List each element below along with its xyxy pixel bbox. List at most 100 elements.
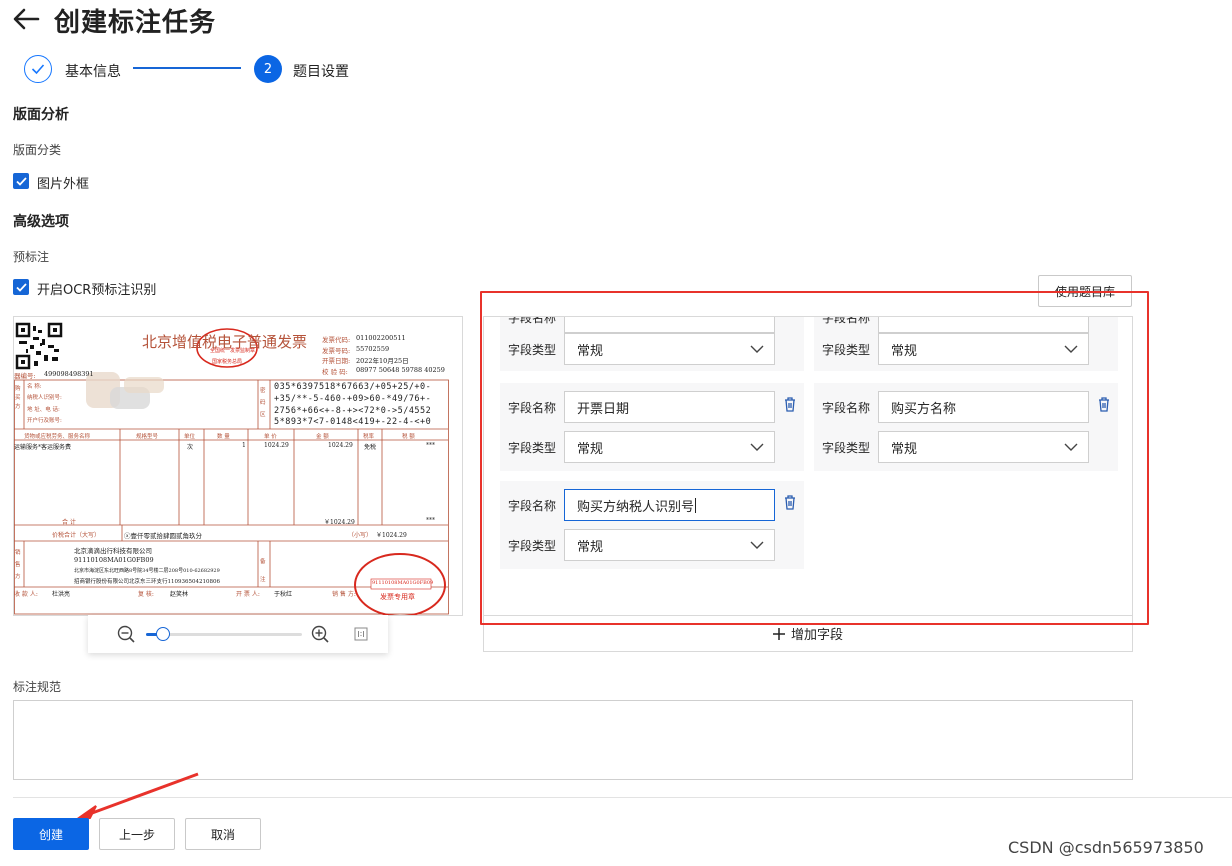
layout-analysis-title: 版面分析 bbox=[13, 107, 69, 123]
invoice-seal-id: 91110108MA01G0FB09 bbox=[372, 580, 434, 586]
field-type-label: 字段类型 bbox=[822, 440, 871, 455]
invoice-seller-label: 销 售 方: bbox=[332, 591, 356, 598]
field-name-input[interactable]: 购买方名称 bbox=[878, 391, 1089, 423]
chevron-down-icon bbox=[750, 541, 764, 549]
invoice-buyer-label-bank: 开户行及账号: bbox=[27, 418, 62, 424]
invoice-drawer: 于秋红 bbox=[274, 591, 293, 598]
field-type-select[interactable]: 常规 bbox=[564, 431, 775, 463]
invoice-check-label: 校 验 码: bbox=[322, 368, 348, 376]
invoice-col-price: 单 价 bbox=[264, 434, 277, 440]
invoice-cipher-line-4: 5*893*7<7-0148<419+-22-4-<+0 bbox=[274, 417, 432, 427]
invoice-cipher-line-1: 035*6397518*67663/+05+25/+0- bbox=[274, 382, 432, 392]
invoice-cipher-side: 密码区 bbox=[260, 388, 266, 418]
field-type-select[interactable]: 常规 bbox=[564, 529, 775, 561]
field-type-value: 常规 bbox=[577, 539, 604, 555]
ocr-prelabel-label: 开启OCR预标注识别 bbox=[37, 283, 157, 298]
step-1-done[interactable] bbox=[24, 55, 52, 83]
step-2-number: 2 bbox=[263, 61, 273, 77]
field-name-label: 字段名称 bbox=[822, 316, 871, 325]
image-frame-label: 图片外框 bbox=[37, 177, 90, 192]
chevron-down-icon bbox=[1064, 443, 1078, 451]
field-type-label: 字段类型 bbox=[822, 342, 871, 357]
page-title: 创建标注任务 bbox=[54, 8, 217, 38]
field-card: 字段名称 购买方名称 字段类型 常规 bbox=[814, 383, 1118, 471]
layout-category-label: 版面分类 bbox=[13, 143, 62, 157]
invoice-payee-label: 收 款 人: bbox=[14, 591, 38, 598]
use-question-bank-button[interactable]: 使用题目库 bbox=[1038, 275, 1132, 307]
original-size-icon[interactable] bbox=[354, 627, 368, 641]
zoom-slider-track[interactable] bbox=[146, 627, 302, 641]
invoice-col-name: 货物或应税劳务、服务名称 bbox=[24, 434, 91, 440]
invoice-item-price: 1024.29 bbox=[264, 442, 289, 449]
invoice-item-name: 运输服务*客运服务费 bbox=[14, 444, 72, 451]
invoice-sum-lower-label: （小写） bbox=[348, 532, 373, 539]
invoice-seal-text: 发票专用章 bbox=[380, 593, 415, 601]
field-type-value: 常规 bbox=[577, 343, 604, 359]
step-1-label: 基本信息 bbox=[65, 64, 121, 80]
field-name-label: 字段名称 bbox=[508, 498, 557, 513]
invoice-stamp-bottom-text: 国家税务总局 bbox=[212, 359, 243, 365]
step-connector bbox=[133, 67, 241, 69]
invoice-col-qty: 数 量 bbox=[217, 434, 230, 440]
invoice-number-label: 发票号码: bbox=[322, 347, 351, 355]
invoice-buyer-label-addr: 地 址、电 话: bbox=[27, 407, 60, 413]
field-card: 字段名称 购买方纳税人识别号 字段类型 常规 bbox=[500, 481, 804, 569]
text-cursor bbox=[695, 497, 697, 513]
fields-panel: 字段名称 字段类型 常规 字段名称 字段类型 常规 字段名称 开票日期 字段类型… bbox=[483, 316, 1133, 616]
invoice-preview: 北京增值税电子普通发票 全国统一发票监制章 国家税务总局 发票代码: 01100… bbox=[13, 316, 463, 616]
field-name-input[interactable] bbox=[878, 317, 1089, 333]
ocr-prelabel-checkbox[interactable] bbox=[13, 279, 29, 295]
invoice-col-tax: 税 额 bbox=[402, 434, 415, 440]
step-2-active[interactable]: 2 bbox=[254, 55, 282, 83]
delete-field-icon[interactable] bbox=[783, 494, 797, 510]
field-name-input[interactable]: 购买方纳税人识别号 bbox=[564, 489, 775, 521]
field-type-select[interactable]: 常规 bbox=[878, 333, 1089, 365]
prelabel-label: 预标注 bbox=[13, 250, 50, 264]
invoice-remark-side: 备注 bbox=[260, 559, 266, 583]
zoom-out-icon[interactable] bbox=[117, 625, 135, 643]
advanced-options-title: 高级选项 bbox=[13, 214, 69, 230]
delete-field-icon[interactable] bbox=[1097, 396, 1111, 412]
invoice-col-rate: 税率 bbox=[363, 434, 375, 440]
invoice-sum-lower: ￥1024.29 bbox=[376, 532, 407, 539]
zoom-in-icon[interactable] bbox=[311, 625, 329, 643]
image-frame-checkbox[interactable] bbox=[13, 173, 29, 189]
field-name-label: 字段名称 bbox=[508, 316, 557, 325]
field-card: 字段名称 字段类型 常规 bbox=[814, 316, 1118, 371]
field-card: 字段名称 字段类型 常规 bbox=[500, 316, 804, 371]
invoice-item-rate: 免税 bbox=[364, 444, 377, 451]
zoom-slider-handle[interactable] bbox=[156, 627, 170, 641]
watermark: CSDN @csdn565973850 bbox=[1008, 838, 1204, 857]
invoice-total-amount: ￥1024.29 bbox=[324, 519, 355, 526]
invoice-seller-bank: 招商银行股份有限公司北京东三环支行110936504210806 bbox=[74, 579, 220, 585]
chevron-down-icon bbox=[750, 345, 764, 353]
step-2-label: 题目设置 bbox=[293, 64, 349, 80]
invoice-reviewer-label: 复 核: bbox=[138, 591, 154, 598]
field-name-label: 字段名称 bbox=[508, 400, 557, 415]
add-field-button[interactable]: 增加字段 bbox=[483, 615, 1133, 652]
invoice-item-unit: 次 bbox=[187, 444, 194, 451]
invoice-buyer-label-tax: 纳税人识别号: bbox=[27, 395, 62, 401]
field-type-select[interactable]: 常规 bbox=[878, 431, 1089, 463]
invoice-machine-number: 499098498391 bbox=[44, 370, 94, 378]
field-type-select[interactable]: 常规 bbox=[564, 333, 775, 365]
invoice-drawer-label: 开 票 人: bbox=[236, 591, 260, 598]
invoice-sum-label: 价税合计（大写） bbox=[52, 532, 101, 539]
field-name-input[interactable]: 开票日期 bbox=[564, 391, 775, 423]
annotation-spec-textarea[interactable] bbox=[13, 700, 1133, 780]
field-name-label: 字段名称 bbox=[822, 400, 871, 415]
invoice-col-unit: 单位 bbox=[184, 434, 196, 440]
prev-step-button[interactable]: 上一步 bbox=[99, 818, 175, 850]
plus-icon bbox=[772, 627, 785, 640]
cancel-button[interactable]: 取消 bbox=[185, 818, 261, 850]
field-name-value: 购买方纳税人识别号 bbox=[577, 499, 695, 515]
back-arrow-icon[interactable] bbox=[12, 6, 40, 32]
field-name-input[interactable] bbox=[564, 317, 775, 333]
checkmark-icon bbox=[15, 176, 27, 186]
create-button[interactable]: 创建 bbox=[13, 818, 89, 850]
qr-code-icon bbox=[15, 322, 63, 370]
invoice-seller-tax: 91110108MA01G0FB09 bbox=[74, 556, 154, 564]
annotation-spec-label: 标注规范 bbox=[13, 680, 62, 694]
invoice-seller-side: 销售方 bbox=[15, 550, 21, 580]
delete-field-icon[interactable] bbox=[783, 396, 797, 412]
